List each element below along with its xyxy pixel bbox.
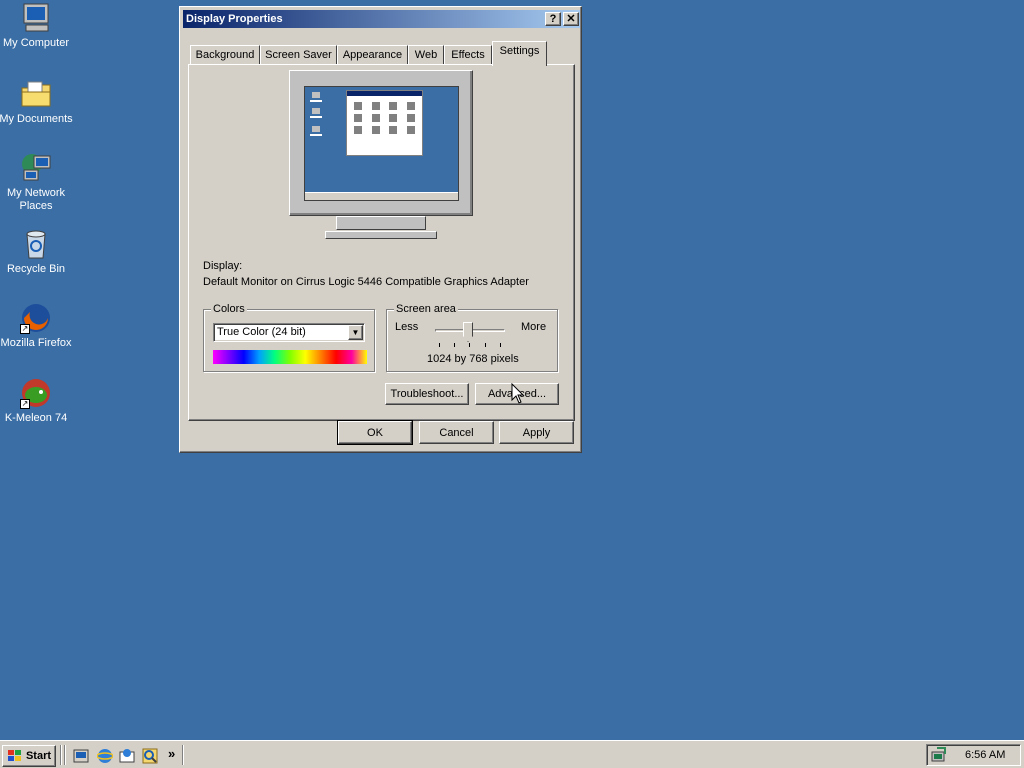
desktop-icon-my-network-places[interactable]: My Network Places	[0, 152, 74, 213]
outlook-express-icon[interactable]	[119, 748, 135, 764]
slider-tick	[454, 343, 455, 347]
taskbar: Start » 6:56 AM	[0, 740, 1024, 768]
chevron-down-icon[interactable]: ▼	[348, 325, 363, 340]
cancel-button[interactable]: Cancel	[419, 421, 494, 444]
screen-resolution-text: 1024 by 768 pixels	[427, 353, 519, 365]
close-button[interactable]: ✕	[563, 12, 579, 26]
show-desktop-icon[interactable]	[73, 748, 89, 764]
start-label: Start	[25, 750, 52, 762]
monitor-preview	[289, 70, 473, 216]
tab-settings[interactable]: Settings	[492, 41, 547, 66]
tab-background[interactable]: Background	[190, 45, 260, 65]
colors-select[interactable]: True Color (24 bit) ▼	[213, 323, 365, 342]
help-button[interactable]: ?	[545, 12, 561, 26]
search-icon[interactable]	[142, 748, 158, 764]
windows-logo-icon	[7, 750, 21, 761]
network-icon	[20, 152, 52, 184]
mini-taskbar	[305, 192, 458, 200]
k-meleon-icon: ↗	[20, 377, 52, 409]
desktop-icon-label: Mozilla Firefox	[0, 337, 72, 349]
my-computer-icon	[20, 2, 52, 34]
screen-area-group-title: Screen area	[394, 303, 458, 315]
desktop-icon-my-documents[interactable]: My Documents	[0, 78, 74, 126]
colors-group-title: Colors	[211, 303, 247, 315]
slider-tick	[500, 343, 501, 347]
taskbar-separator	[182, 745, 184, 765]
desktop-icon-label: My Computer	[2, 37, 70, 49]
troubleshoot-button[interactable]: Troubleshoot...	[385, 383, 469, 405]
desktop-icon-k-meleon[interactable]: ↗ K-Meleon 74	[0, 377, 74, 425]
taskbar-separator	[64, 745, 66, 765]
colors-selected-value: True Color (24 bit)	[217, 326, 306, 338]
tab-screen-saver[interactable]: Screen Saver	[260, 45, 337, 65]
desktop-icon-label: My Network Places	[6, 187, 66, 212]
screen-area-slider-thumb[interactable]	[463, 322, 473, 342]
color-spectrum-bar	[213, 350, 367, 364]
dialog-title: Display Properties	[186, 13, 283, 25]
mini-window	[346, 90, 423, 156]
firefox-icon: ↗	[20, 302, 52, 334]
shortcut-arrow-icon: ↗	[20, 399, 30, 409]
tab-effects[interactable]: Effects	[444, 45, 492, 65]
desktop-icon-recycle-bin[interactable]: Recycle Bin	[0, 228, 74, 276]
mini-desktop-icons	[310, 92, 322, 136]
display-settings-tray-icon[interactable]	[931, 747, 947, 763]
clock[interactable]: 6:56 AM	[965, 749, 1005, 761]
mouse-cursor-icon	[511, 383, 525, 404]
desktop-icon-my-computer[interactable]: My Computer	[0, 2, 74, 50]
slider-tick	[469, 343, 470, 347]
desktop-icon-label: My Documents	[0, 113, 73, 125]
display-adapter-text: Default Monitor on Cirrus Logic 5446 Com…	[203, 276, 529, 288]
folder-icon	[20, 78, 52, 110]
start-button[interactable]: Start	[2, 745, 56, 767]
monitor-screen	[304, 86, 459, 201]
shortcut-arrow-icon: ↗	[20, 324, 30, 334]
tab-web[interactable]: Web	[408, 45, 444, 65]
ok-button[interactable]: OK	[337, 420, 413, 445]
taskbar-separator	[60, 745, 62, 765]
apply-button[interactable]: Apply	[499, 421, 574, 444]
desktop-icon-mozilla-firefox[interactable]: ↗ Mozilla Firefox	[0, 302, 74, 350]
tab-appearance[interactable]: Appearance	[337, 45, 408, 65]
recycle-bin-icon	[20, 228, 52, 260]
system-tray: 6:56 AM	[926, 744, 1021, 766]
desktop-icon-label: K-Meleon 74	[4, 412, 68, 424]
monitor-stand-base	[325, 231, 437, 239]
dialog-titlebar[interactable]: Display Properties ? ✕	[183, 10, 580, 28]
slider-tick	[485, 343, 486, 347]
desktop-icon-label: Recycle Bin	[6, 263, 66, 275]
screen-area-group: Screen area Less More 1024 by 768 pixels	[386, 303, 558, 372]
screen-area-less-label: Less	[395, 321, 419, 333]
screen-area-more-label: More	[521, 321, 547, 333]
internet-explorer-icon[interactable]	[97, 748, 113, 764]
quicklaunch-chevron[interactable]: »	[168, 746, 175, 761]
monitor-stand-neck	[336, 216, 426, 230]
display-label: Display:	[203, 260, 243, 272]
slider-tick	[439, 343, 440, 347]
colors-group: Colors True Color (24 bit) ▼	[203, 303, 375, 372]
